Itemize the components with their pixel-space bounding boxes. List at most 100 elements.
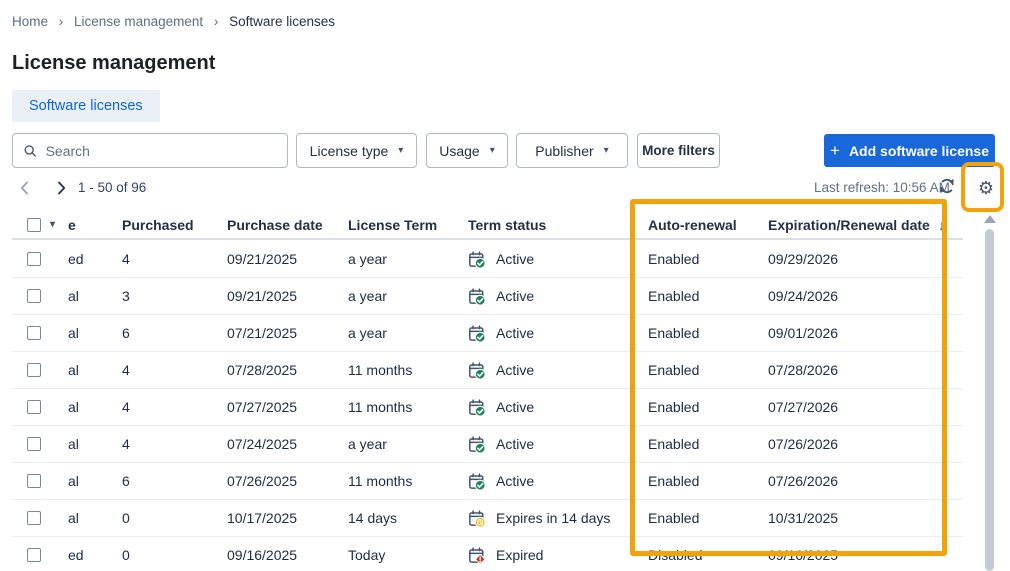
row-checkbox[interactable] [27,474,41,488]
cell-purchased: 3 [122,288,227,304]
vertical-scrollbar[interactable] [985,229,994,571]
row-select-cell [12,326,68,340]
cell-expiration: 07/28/2026 [768,362,963,378]
cell-expiration: 09/29/2026 [768,251,963,267]
cell-expiration: 07/26/2026 [768,436,963,452]
table-header: ▾ e Purchased Purchase date License Term… [12,211,963,240]
chevron-down-icon[interactable]: ▾ [50,219,55,230]
table-row: ed009/16/2025Today ExpiredDisabled09/16/… [12,537,963,571]
breadcrumb-license-management[interactable]: License management [74,14,203,29]
cell-name: al [68,436,122,452]
cell-expiration: 09/24/2026 [768,288,963,304]
cell-expiration: 07/26/2026 [768,473,963,489]
chevron-left-icon [20,181,29,195]
cell-purchased: 0 [122,510,227,526]
column-header-purchased[interactable]: Purchased [122,217,227,233]
search-icon [23,143,38,159]
column-header-auto-renewal[interactable]: Auto-renewal [648,217,768,233]
table-row: al309/21/2025a year ActiveEnabled09/24/2… [12,278,963,315]
search-input[interactable] [46,143,277,159]
calendar-clock-icon [468,510,485,527]
cell-auto-renewal: Enabled [648,510,768,526]
table-row: al407/28/202511 months ActiveEnabled07/2… [12,352,963,389]
pagination-range: 1 - 50 of 96 [78,180,146,195]
calendar-check-icon [468,362,485,379]
refresh-icon [938,177,956,195]
cell-license-term: 14 days [348,510,468,526]
cell-term-status: Expired [468,547,648,564]
select-all-cell: ▾ [12,218,68,232]
filter-usage[interactable]: Usage ▾ [426,133,508,168]
row-checkbox[interactable] [27,437,41,451]
column-header-license-term[interactable]: License Term [348,217,468,233]
cell-license-term: a year [348,436,468,452]
scrollbar-up-arrow[interactable] [984,215,996,223]
pagination-next-button[interactable] [51,178,71,198]
row-checkbox[interactable] [27,400,41,414]
calendar-check-icon [468,325,485,342]
filter-license-type[interactable]: License type ▾ [296,133,417,168]
cell-purchased: 6 [122,473,227,489]
breadcrumb-separator: › [214,14,219,29]
row-checkbox[interactable] [27,289,41,303]
cell-term-status: Active [468,288,648,305]
plus-icon: + [830,142,840,159]
cell-term-status: Active [468,436,648,453]
cell-term-status: Active [468,325,648,342]
column-header-purchase-date[interactable]: Purchase date [227,217,348,233]
row-select-cell [12,437,68,451]
cell-term-status: Active [468,251,648,268]
cell-purchase-date: 09/21/2025 [227,288,348,304]
add-software-license-button[interactable]: + Add software license [824,134,995,167]
cell-term-status: Active [468,399,648,416]
filter-publisher[interactable]: Publisher ▾ [516,133,628,168]
filter-license-type-label: License type [310,143,389,159]
cell-license-term: 11 months [348,399,468,415]
table-body: ed409/21/2025a year ActiveEnabled09/29/2… [12,241,963,571]
row-select-cell [12,548,68,562]
add-software-license-label: Add software license [849,143,989,159]
cell-name: al [68,288,122,304]
row-checkbox[interactable] [27,363,41,377]
breadcrumb-home[interactable]: Home [12,14,48,29]
more-filters-button[interactable]: More filters [637,133,720,168]
search-box[interactable] [12,133,288,168]
cell-purchased: 4 [122,399,227,415]
cell-name: al [68,325,122,341]
gear-icon[interactable]: ⚙ [975,176,997,200]
table-row: ed409/21/2025a year ActiveEnabled09/29/2… [12,241,963,278]
filter-usage-label: Usage [439,143,479,159]
tab-software-licenses[interactable]: Software licenses [12,90,160,122]
cell-license-term: Today [348,547,468,563]
row-checkbox[interactable] [27,326,41,340]
row-checkbox[interactable] [27,511,41,525]
cell-purchased: 0 [122,547,227,563]
cell-term-status: Active [468,362,648,379]
column-header-name[interactable]: e [68,217,122,233]
cell-expiration: 07/27/2026 [768,399,963,415]
cell-name: al [68,362,122,378]
cell-license-term: a year [348,288,468,304]
row-select-cell [12,289,68,303]
pagination-prev-button[interactable] [14,178,34,198]
row-checkbox[interactable] [27,252,41,266]
cell-auto-renewal: Enabled [648,399,768,415]
table-row: al407/24/2025a year ActiveEnabled07/26/2… [12,426,963,463]
sort-desc-icon: ↓ [938,217,945,233]
calendar-alert-icon [468,547,485,564]
row-select-cell [12,252,68,266]
select-all-checkbox[interactable] [27,218,41,232]
breadcrumb-software-licenses: Software licenses [229,14,335,29]
row-select-cell [12,511,68,525]
refresh-button[interactable] [938,177,958,197]
cell-auto-renewal: Enabled [648,473,768,489]
column-header-expiration[interactable]: Expiration/Renewal date ↓ [768,217,963,233]
cell-purchased: 4 [122,436,227,452]
cell-purchase-date: 07/27/2025 [227,399,348,415]
license-management-page: Home › License management › Software lic… [0,0,1010,571]
column-header-term-status[interactable]: Term status [468,217,648,233]
cell-auto-renewal: Enabled [648,288,768,304]
row-select-cell [12,474,68,488]
row-checkbox[interactable] [27,548,41,562]
cell-expiration: 10/31/2025 [768,510,963,526]
